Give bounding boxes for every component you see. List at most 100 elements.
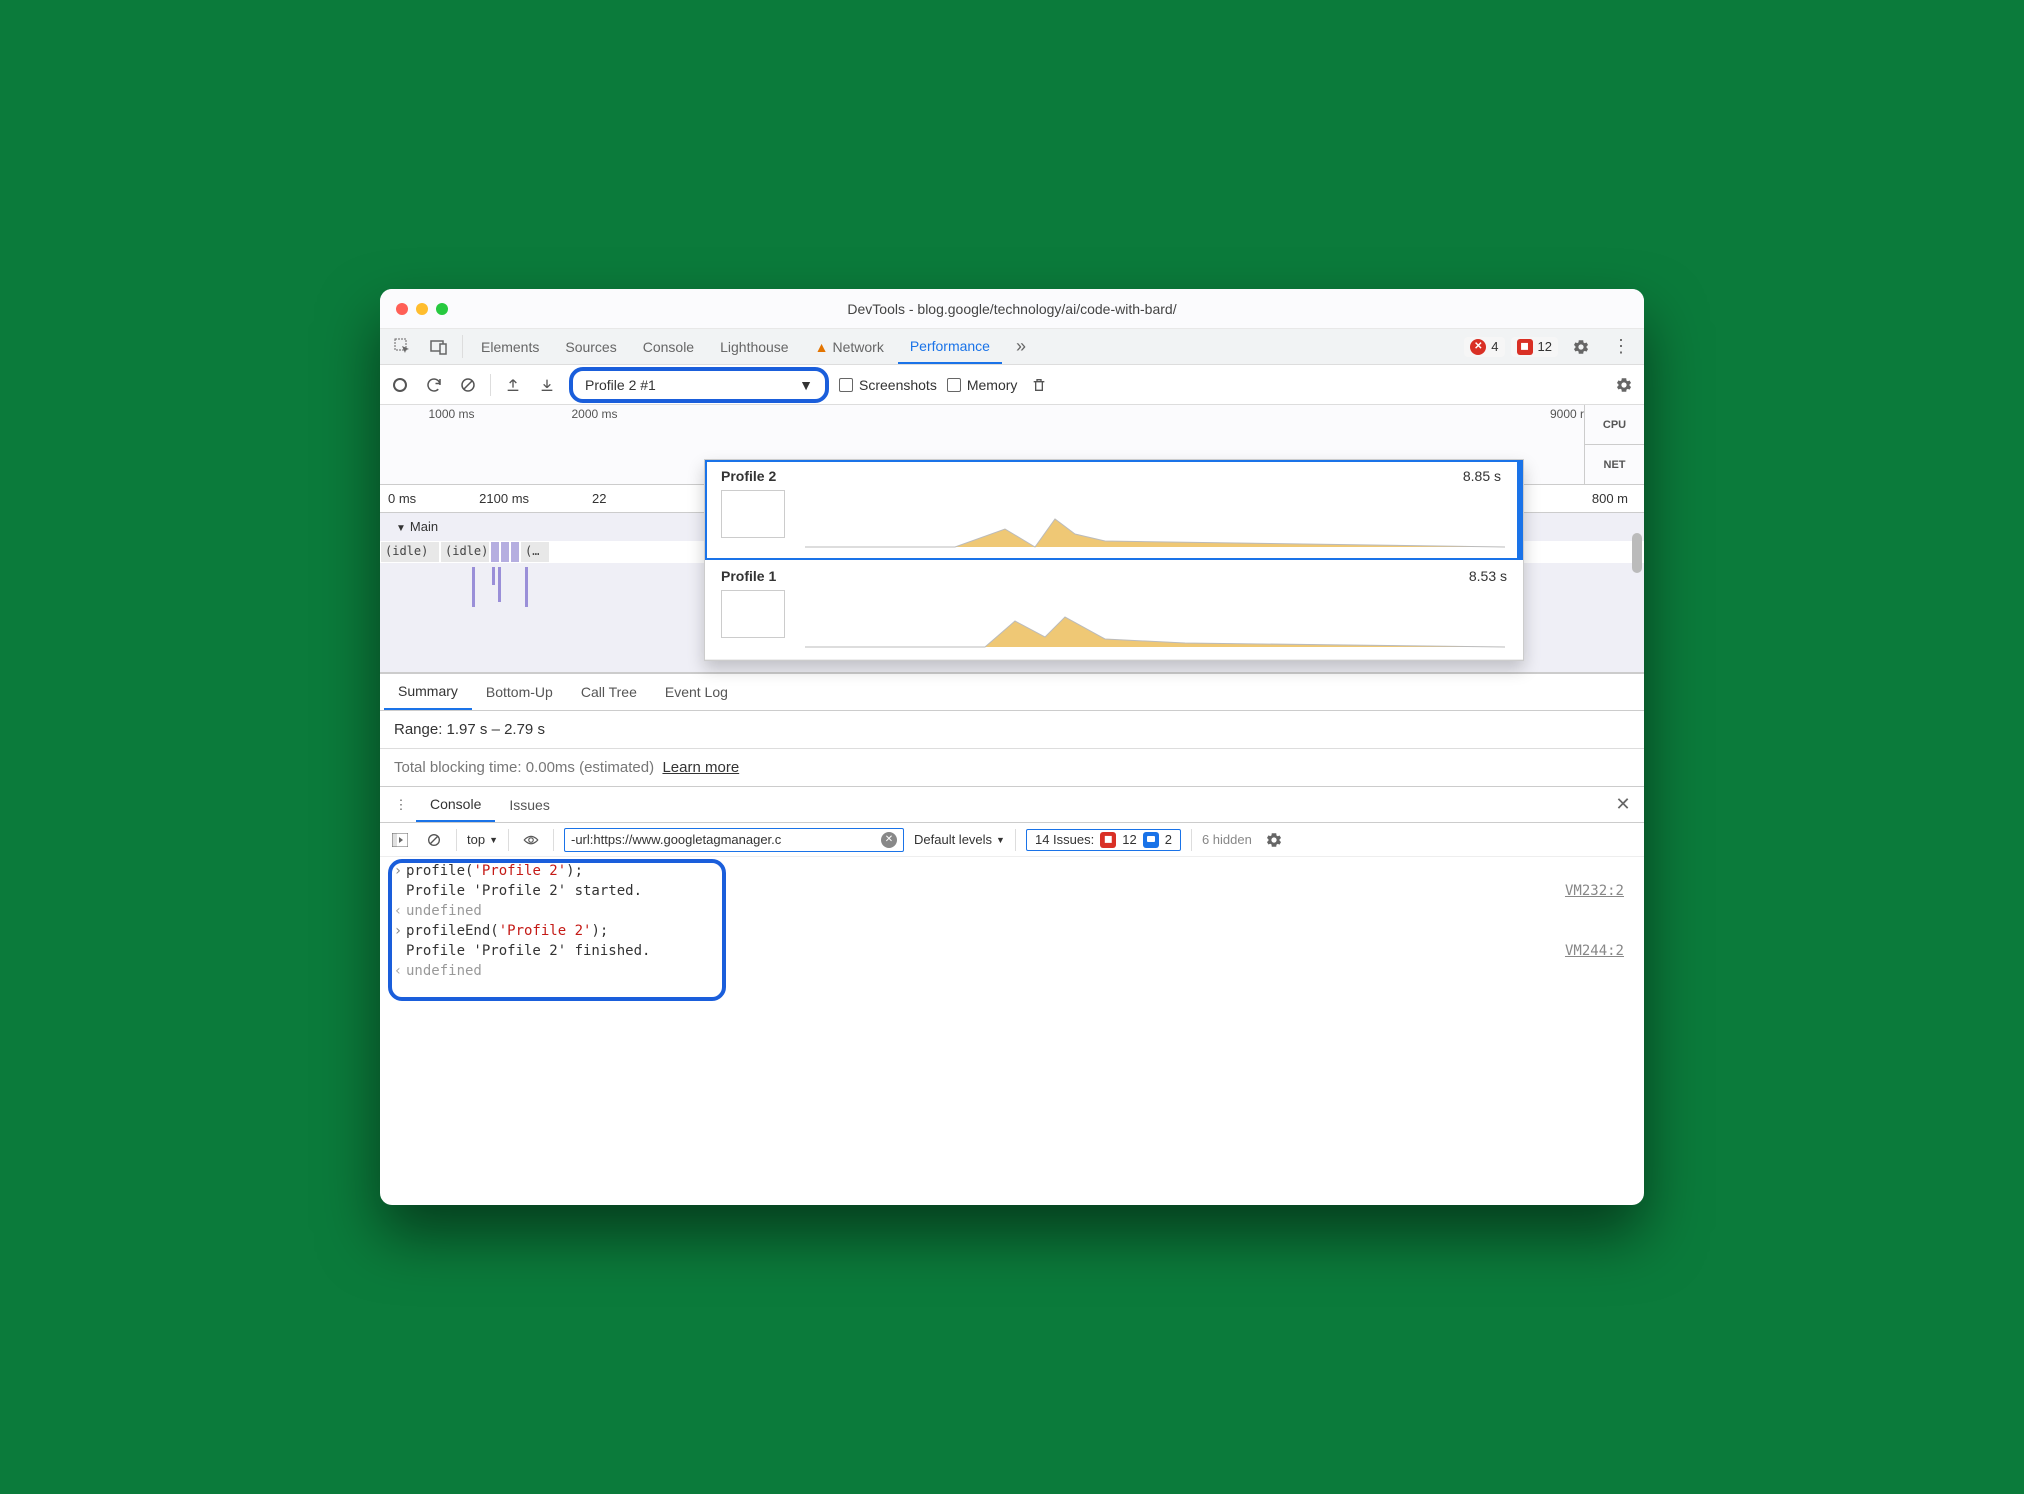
profile-selector[interactable]: Profile 2 #1 ▼: [569, 367, 829, 403]
drawer-tab-strip: ⋮ Console Issues ✕: [380, 787, 1644, 823]
context-selector[interactable]: top ▼: [467, 832, 498, 847]
minimize-window-button[interactable]: [416, 303, 428, 315]
ruler-tick: 22: [592, 491, 606, 506]
tab-elements[interactable]: Elements: [469, 329, 551, 364]
overview-track-labels: CPU NET: [1584, 405, 1644, 484]
tab-console[interactable]: Console: [631, 329, 706, 364]
tab-network-label: Network: [832, 339, 883, 355]
tab-call-tree[interactable]: Call Tree: [567, 674, 651, 710]
profile-duration: 8.85 s: [1463, 468, 1501, 484]
titlebar: DevTools - blog.google/technology/ai/cod…: [380, 289, 1644, 329]
cpu-label: CPU: [1585, 405, 1644, 445]
traffic-lights: [396, 303, 448, 315]
record-button[interactable]: [388, 373, 412, 397]
memory-label: Memory: [967, 377, 1018, 393]
profile-name: Profile 1: [721, 568, 776, 584]
tbt-line: Total blocking time: 0.00ms (estimated) …: [380, 749, 1644, 787]
window-title: DevTools - blog.google/technology/ai/cod…: [380, 301, 1644, 317]
log-levels-selector[interactable]: Default levels▼: [914, 832, 1005, 847]
console-filter-input[interactable]: -url:https://www.googletagmanager.c ✕: [564, 828, 904, 852]
idle-task: (idle): [441, 542, 489, 562]
console-toolbar: top ▼ -url:https://www.googletagmanager.c…: [380, 823, 1644, 857]
drawer-more-icon[interactable]: ⋮: [386, 787, 416, 822]
profile-duration: 8.53 s: [1469, 568, 1507, 584]
main-tab-strip: Elements Sources Console Lighthouse ▲Net…: [380, 329, 1644, 365]
tab-network[interactable]: ▲Network: [803, 329, 896, 364]
delete-profile-button[interactable]: [1027, 373, 1051, 397]
devtools-window: DevTools - blog.google/technology/ai/cod…: [380, 289, 1644, 1205]
inspect-icon[interactable]: [386, 329, 420, 364]
clear-button[interactable]: [456, 373, 480, 397]
console-line[interactable]: ‹undefined: [380, 961, 1644, 981]
errors-badge[interactable]: ✕4: [1464, 337, 1504, 357]
profile-dropdown-item[interactable]: Profile 1 8.53 s: [705, 560, 1523, 660]
screenshots-label: Screenshots: [859, 377, 937, 393]
return-value: undefined: [406, 963, 482, 979]
source-link[interactable]: VM232:2: [1565, 883, 1634, 899]
code-text: );: [591, 923, 608, 939]
capture-settings-icon[interactable]: [1612, 373, 1636, 397]
console-line[interactable]: Profile 'Profile 2' started.VM232:2: [380, 881, 1644, 901]
main-thread-label[interactable]: Main: [396, 519, 438, 534]
tab-summary[interactable]: Summary: [384, 674, 472, 710]
console-issues-button[interactable]: 14 Issues: ◼12 2: [1026, 829, 1181, 851]
scrollbar-thumb[interactable]: [1632, 533, 1642, 573]
drawer-close-button[interactable]: ✕: [1608, 787, 1638, 822]
console-settings-icon[interactable]: [1262, 828, 1286, 852]
clear-console-button[interactable]: [422, 828, 446, 852]
issues-badge[interactable]: ◼12: [1511, 337, 1558, 357]
screenshots-checkbox[interactable]: Screenshots: [839, 377, 937, 393]
tab-bottom-up[interactable]: Bottom-Up: [472, 674, 567, 710]
console-line[interactable]: ‹undefined: [380, 901, 1644, 921]
tab-sources[interactable]: Sources: [553, 329, 628, 364]
close-window-button[interactable]: [396, 303, 408, 315]
input-marker-icon: ›: [390, 863, 406, 879]
overview-tick: 1000 ms: [380, 407, 523, 421]
profile-dropdown-item[interactable]: Profile 2 8.85 s: [705, 460, 1523, 560]
output-marker-icon: ‹: [390, 903, 406, 919]
console-line[interactable]: ›profile('Profile 2');: [380, 861, 1644, 881]
hidden-messages[interactable]: 6 hidden: [1202, 832, 1252, 847]
code-text: profileEnd(: [406, 923, 499, 939]
console-line[interactable]: ›profileEnd('Profile 2');: [380, 921, 1644, 941]
idle-task: (idle): [381, 542, 439, 562]
upload-profile-button[interactable]: [501, 373, 525, 397]
ruler-tick: 2100 ms: [479, 491, 529, 506]
errors-count: 4: [1491, 339, 1498, 354]
console-sidebar-toggle[interactable]: [388, 828, 412, 852]
log-text: Profile 'Profile 2' finished.: [406, 943, 650, 959]
context-label: top: [467, 832, 485, 847]
learn-more-link[interactable]: Learn more: [662, 759, 739, 776]
drawer-tab-issues[interactable]: Issues: [495, 787, 563, 822]
more-tabs-icon[interactable]: »: [1004, 329, 1038, 364]
code-text: );: [566, 863, 583, 879]
issues-label: 14 Issues:: [1035, 832, 1094, 847]
settings-icon[interactable]: [1564, 338, 1598, 356]
clear-filter-icon[interactable]: ✕: [881, 832, 897, 848]
download-profile-button[interactable]: [535, 373, 559, 397]
tab-lighthouse[interactable]: Lighthouse: [708, 329, 801, 364]
tab-performance[interactable]: Performance: [898, 329, 1002, 364]
profile-name: Profile 2: [721, 468, 776, 484]
input-marker-icon: ›: [390, 923, 406, 939]
reload-record-button[interactable]: [422, 373, 446, 397]
console-line[interactable]: Profile 'Profile 2' finished. VM244:2: [380, 941, 1644, 961]
profile-minimap: [805, 509, 1505, 549]
source-link[interactable]: VM244:2: [1565, 943, 1634, 959]
memory-checkbox[interactable]: Memory: [947, 377, 1018, 393]
drawer-tab-console[interactable]: Console: [416, 787, 495, 822]
code-text: profile(: [406, 863, 473, 879]
message-icon: [1143, 832, 1159, 848]
warning-icon: ▲: [815, 339, 829, 355]
kebab-menu-icon[interactable]: ⋮: [1604, 336, 1638, 357]
return-value: undefined: [406, 903, 482, 919]
fullscreen-window-button[interactable]: [436, 303, 448, 315]
chevron-down-icon: ▼: [996, 835, 1005, 845]
console-output: ›profile('Profile 2'); Profile 'Profile …: [380, 857, 1644, 981]
output-marker-icon: ‹: [390, 963, 406, 979]
tab-event-log[interactable]: Event Log: [651, 674, 742, 710]
device-toolbar-icon[interactable]: [422, 329, 456, 364]
live-expression-button[interactable]: [519, 828, 543, 852]
details-tabs: Summary Bottom-Up Call Tree Event Log: [380, 673, 1644, 711]
chevron-down-icon: ▼: [489, 835, 498, 845]
